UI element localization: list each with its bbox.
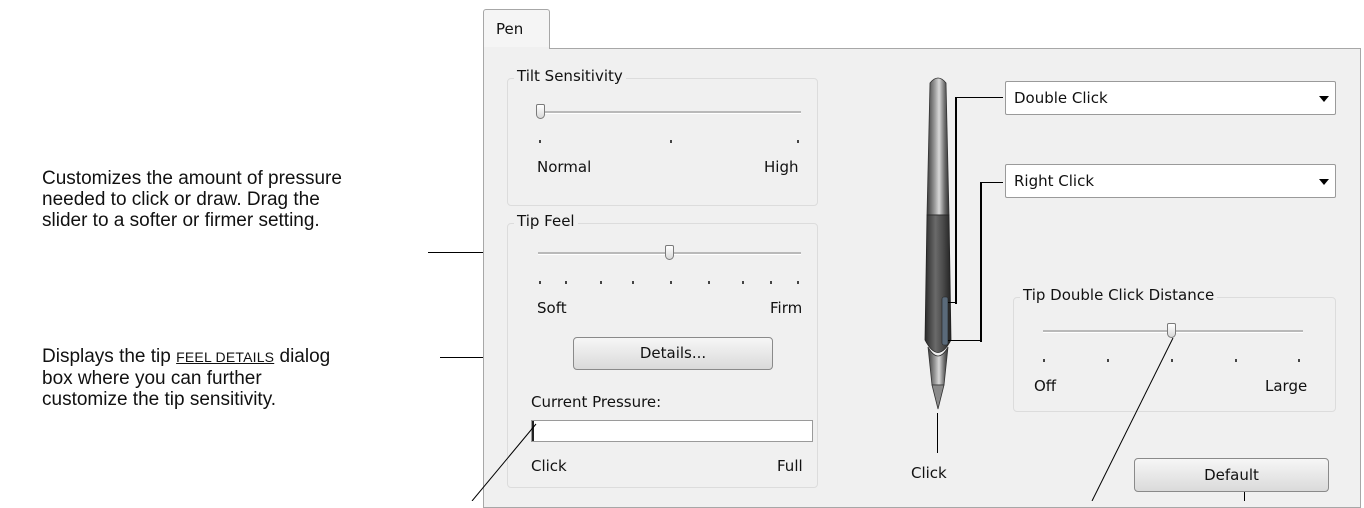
- details-button[interactable]: Details...: [573, 337, 773, 370]
- tip-feel-max-label: Firm: [770, 299, 803, 317]
- tilt-sensitivity-group: [507, 78, 818, 206]
- chevron-down-icon: [1319, 96, 1329, 102]
- pen-tip-label: Click: [911, 464, 947, 482]
- default-callout-leader: [1244, 492, 1245, 501]
- lower-switch-leader-bottom: [948, 340, 982, 341]
- tab-joint: [484, 47, 549, 50]
- tilt-tick: [670, 140, 672, 143]
- details-callout-prefix: Displays the tip: [42, 346, 177, 367]
- tip-feel-tick: [600, 281, 602, 284]
- tip-feel-tick: [797, 281, 799, 284]
- tip-feel-callout-line-1: Customizes the amount of pressure: [42, 168, 342, 189]
- lower-side-switch-value: Right Click: [1014, 172, 1095, 190]
- upper-switch-leader-top: [955, 97, 1003, 98]
- tip-feel-tick: [670, 281, 672, 284]
- lower-switch-leader-top: [980, 182, 1003, 183]
- feel-details-link[interactable]: Feel Details: [176, 349, 274, 365]
- pressure-max-label: Full: [777, 457, 803, 475]
- double-click-distance-tick: [1298, 359, 1300, 362]
- current-pressure-title: Current Pressure:: [531, 393, 662, 411]
- tilt-tick: [797, 140, 799, 143]
- tip-feel-min-label: Soft: [537, 299, 567, 317]
- details-callout-line-3: customize the tip sensitivity.: [42, 389, 277, 410]
- tilt-max-label: High: [764, 158, 799, 176]
- tab-pen[interactable]: Pen: [483, 9, 550, 49]
- default-button[interactable]: Default: [1134, 458, 1329, 492]
- tip-feel-tick: [770, 281, 772, 284]
- tip-feel-tick: [539, 281, 541, 284]
- tip-feel-tick: [632, 281, 634, 284]
- tilt-slider-thumb[interactable]: [536, 104, 545, 119]
- tip-feel-callout-line-2: needed to click or draw. Drag the: [42, 189, 320, 210]
- double-click-distance-max-label: Large: [1265, 377, 1308, 395]
- upper-switch-leader-v: [955, 97, 957, 304]
- tilt-min-label: Normal: [537, 158, 592, 176]
- tip-feel-tick: [742, 281, 744, 284]
- upper-side-switch-value: Double Click: [1014, 89, 1108, 107]
- tip-feel-tick: [565, 281, 567, 284]
- tilt-slider-track[interactable]: [538, 111, 801, 114]
- tip-feel-callout: Customizes the amount of pressure needed…: [42, 168, 422, 231]
- details-callout-line-2: box where you can further: [42, 368, 262, 389]
- double-click-distance-min-label: Off: [1034, 377, 1057, 395]
- double-click-distance-tick: [1235, 359, 1237, 362]
- details-callout: Displays the tip Feel Details dialog box…: [42, 346, 442, 410]
- pen-tip-leader: [937, 413, 938, 453]
- tip-feel-title: Tip Feel: [514, 212, 578, 230]
- tilt-sensitivity-title: Tilt Sensitivity: [514, 67, 626, 85]
- tip-feel-callout-line-3: slider to a softer or firmer setting.: [42, 210, 320, 231]
- pressure-callout-leader: [471, 423, 537, 501]
- double-click-distance-tick: [1043, 359, 1045, 362]
- upper-switch-leader-bottom: [948, 302, 957, 303]
- double-click-distance-title: Tip Double Click Distance: [1020, 286, 1218, 304]
- current-pressure-bar: [531, 420, 813, 442]
- pen-icon: [924, 77, 952, 410]
- tip-feel-tick: [708, 281, 710, 284]
- details-callout-suffix: dialog: [274, 346, 331, 367]
- lower-side-switch-select[interactable]: Right Click: [1005, 164, 1336, 198]
- tip-feel-slider-thumb[interactable]: [665, 245, 674, 260]
- lower-switch-leader-v: [980, 182, 982, 342]
- tilt-tick: [539, 140, 541, 143]
- upper-side-switch-select[interactable]: Double Click: [1005, 81, 1336, 115]
- chevron-down-icon: [1319, 179, 1329, 185]
